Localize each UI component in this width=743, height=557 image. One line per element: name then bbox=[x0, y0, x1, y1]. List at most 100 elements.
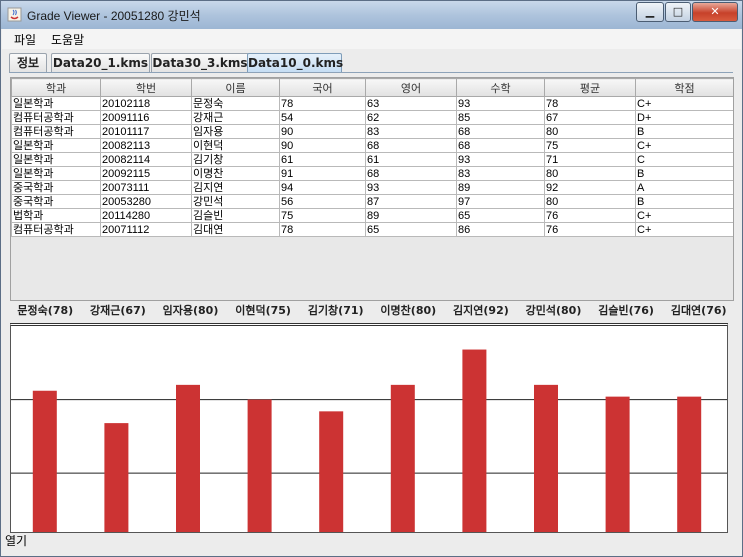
table-cell[interactable]: C+ bbox=[635, 222, 733, 237]
grade-table-panel[interactable]: 학과 학번 이름 국어 영어 수학 평균 학점 일본학과 20102118 문정숙 78 63 93 78… bbox=[10, 77, 734, 301]
table-cell[interactable]: 80 bbox=[544, 166, 636, 181]
table-cell[interactable]: 76 bbox=[544, 208, 636, 223]
table-cell[interactable]: B bbox=[635, 194, 733, 209]
tab-data10[interactable]: Data10_0.kms bbox=[247, 53, 343, 73]
table-cell[interactable]: C+ bbox=[635, 208, 733, 223]
table-cell[interactable]: 65 bbox=[365, 222, 457, 237]
maximize-button[interactable]: □ bbox=[665, 2, 691, 22]
column-header[interactable]: 학점 bbox=[635, 78, 733, 97]
table-cell[interactable]: 61 bbox=[365, 152, 457, 167]
table-cell[interactable]: C bbox=[635, 152, 733, 167]
column-header[interactable]: 국어 bbox=[279, 78, 366, 97]
table-cell[interactable]: 68 bbox=[456, 138, 545, 153]
table-cell[interactable]: 92 bbox=[544, 180, 636, 195]
table-cell[interactable]: 법학과 bbox=[11, 208, 101, 223]
table-cell[interactable]: 20053280 bbox=[100, 194, 192, 209]
table-cell[interactable]: 김슬빈 bbox=[191, 208, 280, 223]
table-cell[interactable]: 91 bbox=[279, 166, 366, 181]
minimize-button[interactable]: ▁ bbox=[636, 2, 664, 22]
table-cell[interactable]: 68 bbox=[456, 124, 545, 139]
table-cell[interactable]: 62 bbox=[365, 110, 457, 125]
menu-help[interactable]: 도움말 bbox=[51, 31, 84, 48]
table-cell[interactable]: 67 bbox=[544, 110, 636, 125]
table-cell[interactable]: 일본학과 bbox=[11, 152, 101, 167]
table-cell[interactable]: A bbox=[635, 180, 733, 195]
table-cell[interactable]: 93 bbox=[456, 152, 545, 167]
table-cell[interactable]: 80 bbox=[544, 124, 636, 139]
table-row[interactable]: 일본학과 20082113 이현덕 90 68 68 75 C+ bbox=[11, 138, 733, 153]
table-cell[interactable]: 일본학과 bbox=[11, 138, 101, 153]
table-row[interactable]: 중국학과 20053280 강민석 56 87 97 80 B bbox=[11, 194, 733, 209]
column-header[interactable]: 이름 bbox=[191, 78, 280, 97]
table-cell[interactable]: 일본학과 bbox=[11, 166, 101, 181]
table-cell[interactable]: 68 bbox=[365, 138, 457, 153]
table-cell[interactable]: 87 bbox=[365, 194, 457, 209]
table-cell[interactable]: 90 bbox=[279, 138, 366, 153]
table-row[interactable]: 일본학과 20092115 이명찬 91 68 83 80 B bbox=[11, 166, 733, 181]
tab-data30[interactable]: Data30_3.kms bbox=[151, 53, 249, 73]
table-cell[interactable]: 86 bbox=[456, 222, 545, 237]
column-header[interactable]: 평균 bbox=[544, 78, 636, 97]
table-cell[interactable]: 97 bbox=[456, 194, 545, 209]
table-cell[interactable]: 일본학과 bbox=[11, 96, 101, 111]
tab-info[interactable]: 정보 bbox=[9, 53, 47, 73]
table-cell[interactable]: 63 bbox=[365, 96, 457, 111]
table-cell[interactable]: D+ bbox=[635, 110, 733, 125]
close-button[interactable]: ✕ bbox=[692, 2, 738, 22]
table-cell[interactable]: 강민석 bbox=[191, 194, 280, 209]
table-cell[interactable]: 80 bbox=[544, 194, 636, 209]
table-cell[interactable]: B bbox=[635, 124, 733, 139]
table-cell[interactable]: 컴퓨터공학과 bbox=[11, 110, 101, 125]
table-cell[interactable]: 이현덕 bbox=[191, 138, 280, 153]
table-cell[interactable]: 56 bbox=[279, 194, 366, 209]
grade-table[interactable]: 학과 학번 이름 국어 영어 수학 평균 학점 일본학과 20102118 문정숙 78 63 93 78… bbox=[11, 78, 733, 237]
table-cell[interactable]: 68 bbox=[365, 166, 457, 181]
table-cell[interactable]: 76 bbox=[544, 222, 636, 237]
table-row[interactable]: 법학과 20114280 김슬빈 75 89 65 76 C+ bbox=[11, 208, 733, 223]
column-header[interactable]: 수학 bbox=[456, 78, 545, 97]
table-cell[interactable]: 중국학과 bbox=[11, 180, 101, 195]
table-cell[interactable]: 임자용 bbox=[191, 124, 280, 139]
table-cell[interactable]: 89 bbox=[365, 208, 457, 223]
title-bar[interactable]: Grade Viewer - 20051280 강민석 ▁ □ ✕ bbox=[1, 1, 742, 29]
table-cell[interactable]: 78 bbox=[544, 96, 636, 111]
table-cell[interactable]: 김기창 bbox=[191, 152, 280, 167]
table-cell[interactable]: 78 bbox=[279, 222, 366, 237]
menu-file[interactable]: 파일 bbox=[14, 31, 36, 48]
table-cell[interactable]: C+ bbox=[635, 96, 733, 111]
table-cell[interactable]: 93 bbox=[365, 180, 457, 195]
table-cell[interactable]: 61 bbox=[279, 152, 366, 167]
table-cell[interactable]: 강재근 bbox=[191, 110, 280, 125]
column-header[interactable]: 영어 bbox=[365, 78, 457, 97]
table-cell[interactable]: 93 bbox=[456, 96, 545, 111]
table-cell[interactable]: 컴퓨터공학과 bbox=[11, 222, 101, 237]
table-row[interactable]: 일본학과 20082114 김기창 61 61 93 71 C bbox=[11, 152, 733, 167]
table-cell[interactable]: 83 bbox=[365, 124, 457, 139]
table-cell[interactable]: B bbox=[635, 166, 733, 181]
table-cell[interactable]: 83 bbox=[456, 166, 545, 181]
table-cell[interactable]: 20114280 bbox=[100, 208, 192, 223]
column-header[interactable]: 학번 bbox=[100, 78, 192, 97]
table-cell[interactable]: 문정숙 bbox=[191, 96, 280, 111]
table-cell[interactable]: 김지연 bbox=[191, 180, 280, 195]
table-cell[interactable]: 65 bbox=[456, 208, 545, 223]
table-row[interactable]: 컴퓨터공학과 20071112 김대연 78 65 86 76 C+ bbox=[11, 222, 733, 237]
table-cell[interactable]: 94 bbox=[279, 180, 366, 195]
table-cell[interactable]: C+ bbox=[635, 138, 733, 153]
table-cell[interactable]: 90 bbox=[279, 124, 366, 139]
table-cell[interactable]: 85 bbox=[456, 110, 545, 125]
table-cell[interactable]: 75 bbox=[279, 208, 366, 223]
table-cell[interactable]: 20082114 bbox=[100, 152, 192, 167]
table-cell[interactable]: 20073111 bbox=[100, 180, 192, 195]
table-cell[interactable]: 중국학과 bbox=[11, 194, 101, 209]
table-cell[interactable]: 20082113 bbox=[100, 138, 192, 153]
table-row[interactable]: 일본학과 20102118 문정숙 78 63 93 78 C+ bbox=[11, 96, 733, 111]
table-cell[interactable]: 컴퓨터공학과 bbox=[11, 124, 101, 139]
table-cell[interactable]: 20091116 bbox=[100, 110, 192, 125]
table-row[interactable]: 중국학과 20073111 김지연 94 93 89 92 A bbox=[11, 180, 733, 195]
table-cell[interactable]: 이명찬 bbox=[191, 166, 280, 181]
column-header[interactable]: 학과 bbox=[11, 78, 101, 97]
tab-data20[interactable]: Data20_1.kms bbox=[51, 53, 150, 73]
table-cell[interactable]: 78 bbox=[279, 96, 366, 111]
table-cell[interactable]: 20092115 bbox=[100, 166, 192, 181]
